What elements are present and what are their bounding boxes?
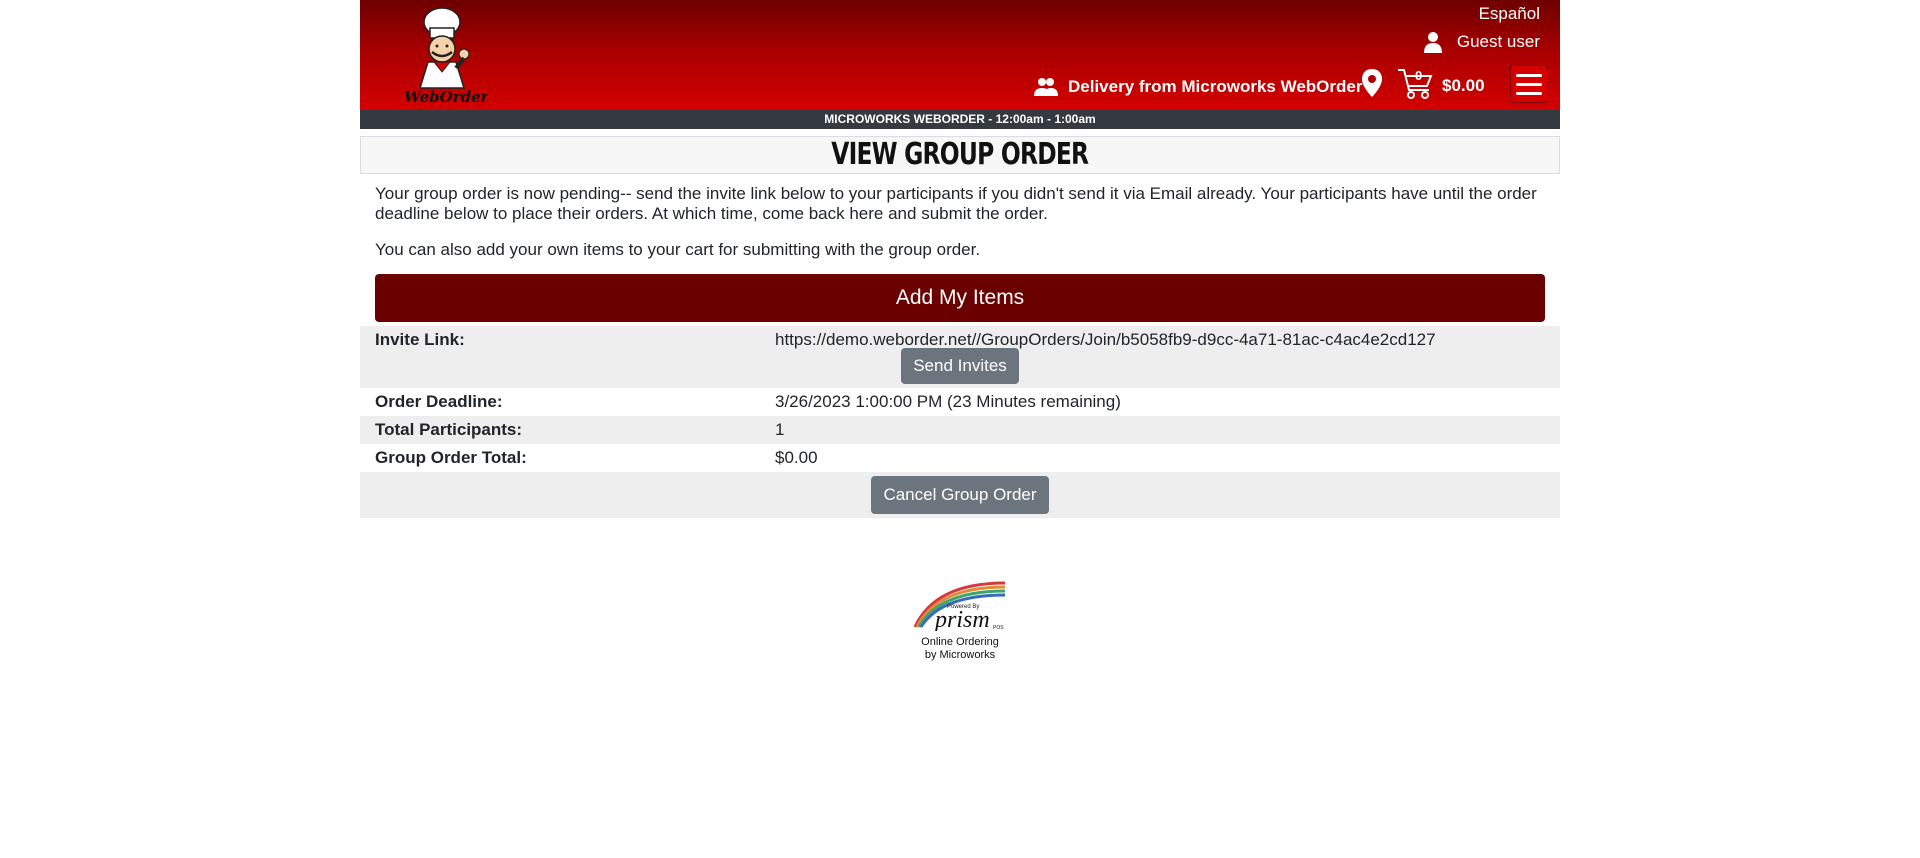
store-hours-bar: MICROWORKS WEBORDER - 12:00am - 1:00am xyxy=(360,110,1560,129)
delivery-location[interactable]: Delivery from Microworks WebOrder xyxy=(1034,76,1362,98)
user-name: Guest user xyxy=(1456,32,1540,51)
send-invites-cell: Send Invites xyxy=(360,348,1560,388)
participants-label: Total Participants: xyxy=(375,420,523,439)
invite-link-label: Invite Link: xyxy=(375,330,465,349)
total-label: Group Order Total: xyxy=(375,448,527,467)
participants-value: 1 xyxy=(775,420,785,439)
send-invites-row: Send Invites xyxy=(360,348,1560,388)
page: WebOrder Español Guest user Delivery fro… xyxy=(360,0,1560,661)
send-invites-button[interactable]: Send Invites xyxy=(901,348,1019,384)
group-users-icon xyxy=(1034,78,1058,96)
svg-text:WebOrder: WebOrder xyxy=(404,88,488,106)
cancel-cell: Cancel Group Order xyxy=(360,472,1560,518)
total-row: Group Order Total: $0.00 xyxy=(360,444,1560,472)
invite-link-cell: https://demo.weborder.net//GroupOrders/J… xyxy=(760,326,1560,354)
site-header: WebOrder Español Guest user Delivery fro… xyxy=(360,0,1560,110)
chef-logo[interactable]: WebOrder xyxy=(398,4,488,108)
cart-total[interactable]: $0.00 xyxy=(1442,76,1485,96)
menu-line xyxy=(1516,82,1542,86)
menu-line xyxy=(1516,73,1542,77)
deadline-row: Order Deadline: 3/26/2023 1:00:00 PM (23… xyxy=(360,388,1560,416)
invite-link-url[interactable]: https://demo.weborder.net//GroupOrders/J… xyxy=(775,330,1545,350)
add-my-items-button[interactable]: Add My Items xyxy=(375,274,1545,322)
language-toggle-link[interactable]: Español xyxy=(1479,4,1540,24)
deadline-label: Order Deadline: xyxy=(375,392,503,411)
svg-text:POS: POS xyxy=(993,625,1004,631)
user-icon xyxy=(1423,32,1442,53)
intro-paragraph: Your group order is now pending-- send t… xyxy=(375,184,1537,223)
menu-line xyxy=(1516,91,1542,95)
cancel-row: Cancel Group Order xyxy=(360,472,1560,518)
map-pin-icon[interactable] xyxy=(1360,68,1384,98)
delivery-text: Delivery from Microworks WebOrder xyxy=(1068,77,1363,96)
page-title: View Group Order xyxy=(831,137,1089,172)
cart-count: 0 xyxy=(1415,68,1423,83)
group-order-details: Invite Link: https://demo.weborder.net//… xyxy=(360,326,1560,518)
prism-footer-logo[interactable]: Powered By prism POS Online Ordering by … xyxy=(900,575,1020,662)
footer-line-2: by Microworks xyxy=(924,649,996,661)
user-account[interactable]: Guest user xyxy=(1423,31,1540,53)
page-title-box: View Group Order xyxy=(360,136,1560,174)
deadline-value: 3/26/2023 1:00:00 PM (23 Minutes remaini… xyxy=(775,392,1121,411)
cancel-group-order-button[interactable]: Cancel Group Order xyxy=(871,476,1049,514)
intro-text: Your group order is now pending-- send t… xyxy=(360,174,1560,260)
footer-line-1: Online Ordering xyxy=(921,636,999,648)
intro-paragraph: You can also add your own items to your … xyxy=(375,240,981,259)
prism-rainbow-logo: Powered By prism POS xyxy=(913,581,1006,633)
total-value: $0.00 xyxy=(775,448,818,467)
hamburger-menu-button[interactable] xyxy=(1510,65,1548,103)
participants-row: Total Participants: 1 xyxy=(360,416,1560,444)
svg-text:prism: prism xyxy=(933,607,990,631)
